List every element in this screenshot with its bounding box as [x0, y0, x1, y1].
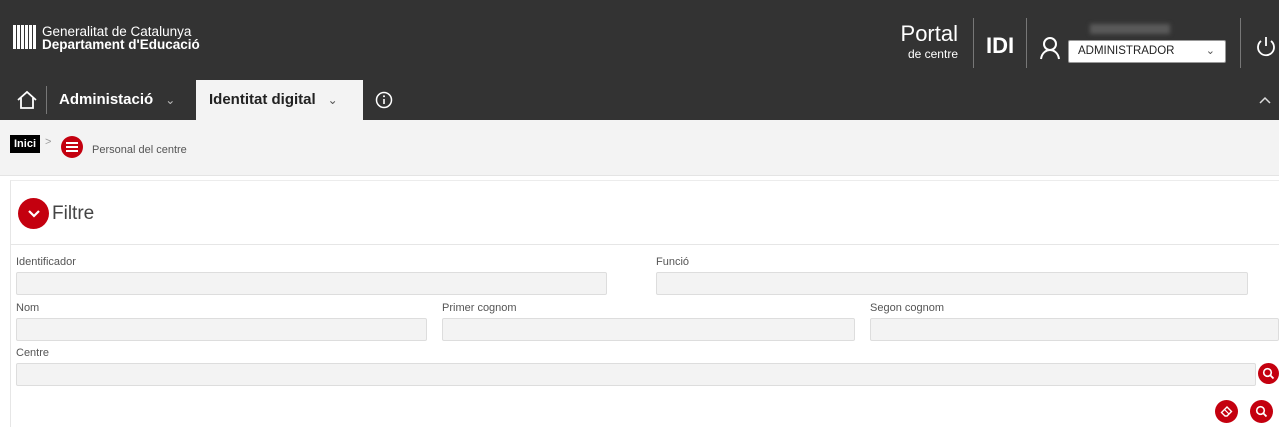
- identificador-input[interactable]: [16, 272, 607, 295]
- chevron-up-icon[interactable]: [1258, 95, 1272, 105]
- filter-toggle-button[interactable]: [18, 198, 49, 229]
- chevron-down-icon: ⌄: [165, 93, 176, 107]
- breadcrumb-home[interactable]: Inici: [10, 135, 41, 153]
- role-select[interactable]: ADMINISTRADOR ⌄: [1068, 40, 1226, 63]
- search-button[interactable]: [1250, 400, 1273, 423]
- chevron-down-icon: ⌄: [1205, 45, 1215, 57]
- segon-cognom-input[interactable]: [870, 318, 1279, 341]
- centre-label: Centre: [16, 347, 50, 359]
- app-acronym: IDI: [986, 33, 1015, 58]
- top-header: Generalitat de Catalunya Departament d'E…: [0, 0, 1279, 80]
- segon-cognom-label: Segon cognom: [870, 302, 944, 314]
- breadcrumb-current: Personal del centre: [92, 144, 187, 156]
- header-divider: [1240, 18, 1241, 68]
- identificador-label: Identificador: [16, 256, 76, 268]
- portal-title: Portal de centre: [896, 22, 958, 62]
- filter-title: Filtre: [52, 202, 95, 224]
- power-icon[interactable]: [1255, 36, 1277, 58]
- nom-label: Nom: [16, 302, 40, 314]
- generalitat-logo-icon: [13, 25, 37, 49]
- primer-cognom-label: Primer cognom: [442, 302, 517, 314]
- nav-item-administacio[interactable]: Administació ⌄: [46, 80, 196, 120]
- search-icon: [1255, 405, 1268, 418]
- nav-item-label: Administació: [59, 91, 154, 108]
- centre-input[interactable]: [16, 363, 1256, 386]
- main-nav: Administació ⌄ Identitat digital ⌄: [0, 80, 1279, 120]
- portal-title-main: Portal: [900, 21, 958, 46]
- funcio-input[interactable]: [656, 272, 1248, 295]
- filter-header[interactable]: Filtre: [18, 198, 94, 229]
- nav-item-identitat-digital[interactable]: Identitat digital ⌄: [196, 80, 363, 120]
- funcio-label: Funció: [656, 256, 690, 268]
- breadcrumb: Inici > Personal del centre: [0, 120, 1279, 176]
- role-select-value: ADMINISTRADOR: [1078, 45, 1175, 57]
- list-icon: [61, 136, 83, 158]
- brand[interactable]: Generalitat de Catalunya Departament d'E…: [13, 25, 200, 51]
- primer-cognom-input[interactable]: [442, 318, 855, 341]
- header-divider: [973, 18, 974, 68]
- nom-input[interactable]: [16, 318, 427, 341]
- home-icon[interactable]: [16, 90, 38, 110]
- breadcrumb-separator: >: [45, 136, 52, 148]
- brand-text: Generalitat de Catalunya Departament d'E…: [42, 25, 200, 52]
- header-divider: [1026, 18, 1027, 68]
- nav-item-label: Identitat digital: [209, 91, 316, 108]
- chevron-down-icon: ⌄: [327, 93, 338, 107]
- search-icon: [1262, 367, 1275, 380]
- clear-filter-button[interactable]: [1215, 400, 1238, 423]
- user-icon[interactable]: [1039, 36, 1061, 60]
- user-name-blurred: [1090, 24, 1170, 34]
- info-icon[interactable]: [375, 91, 393, 109]
- filter-panel: Filtre: [10, 180, 1279, 427]
- eraser-icon: [1220, 406, 1233, 417]
- centre-lookup-button[interactable]: [1258, 363, 1279, 384]
- brand-line-2: Departament d'Educació: [42, 37, 200, 52]
- chevron-down-icon: [27, 209, 40, 218]
- panel-divider: [11, 244, 1279, 245]
- portal-title-sub: de centre: [907, 47, 958, 61]
